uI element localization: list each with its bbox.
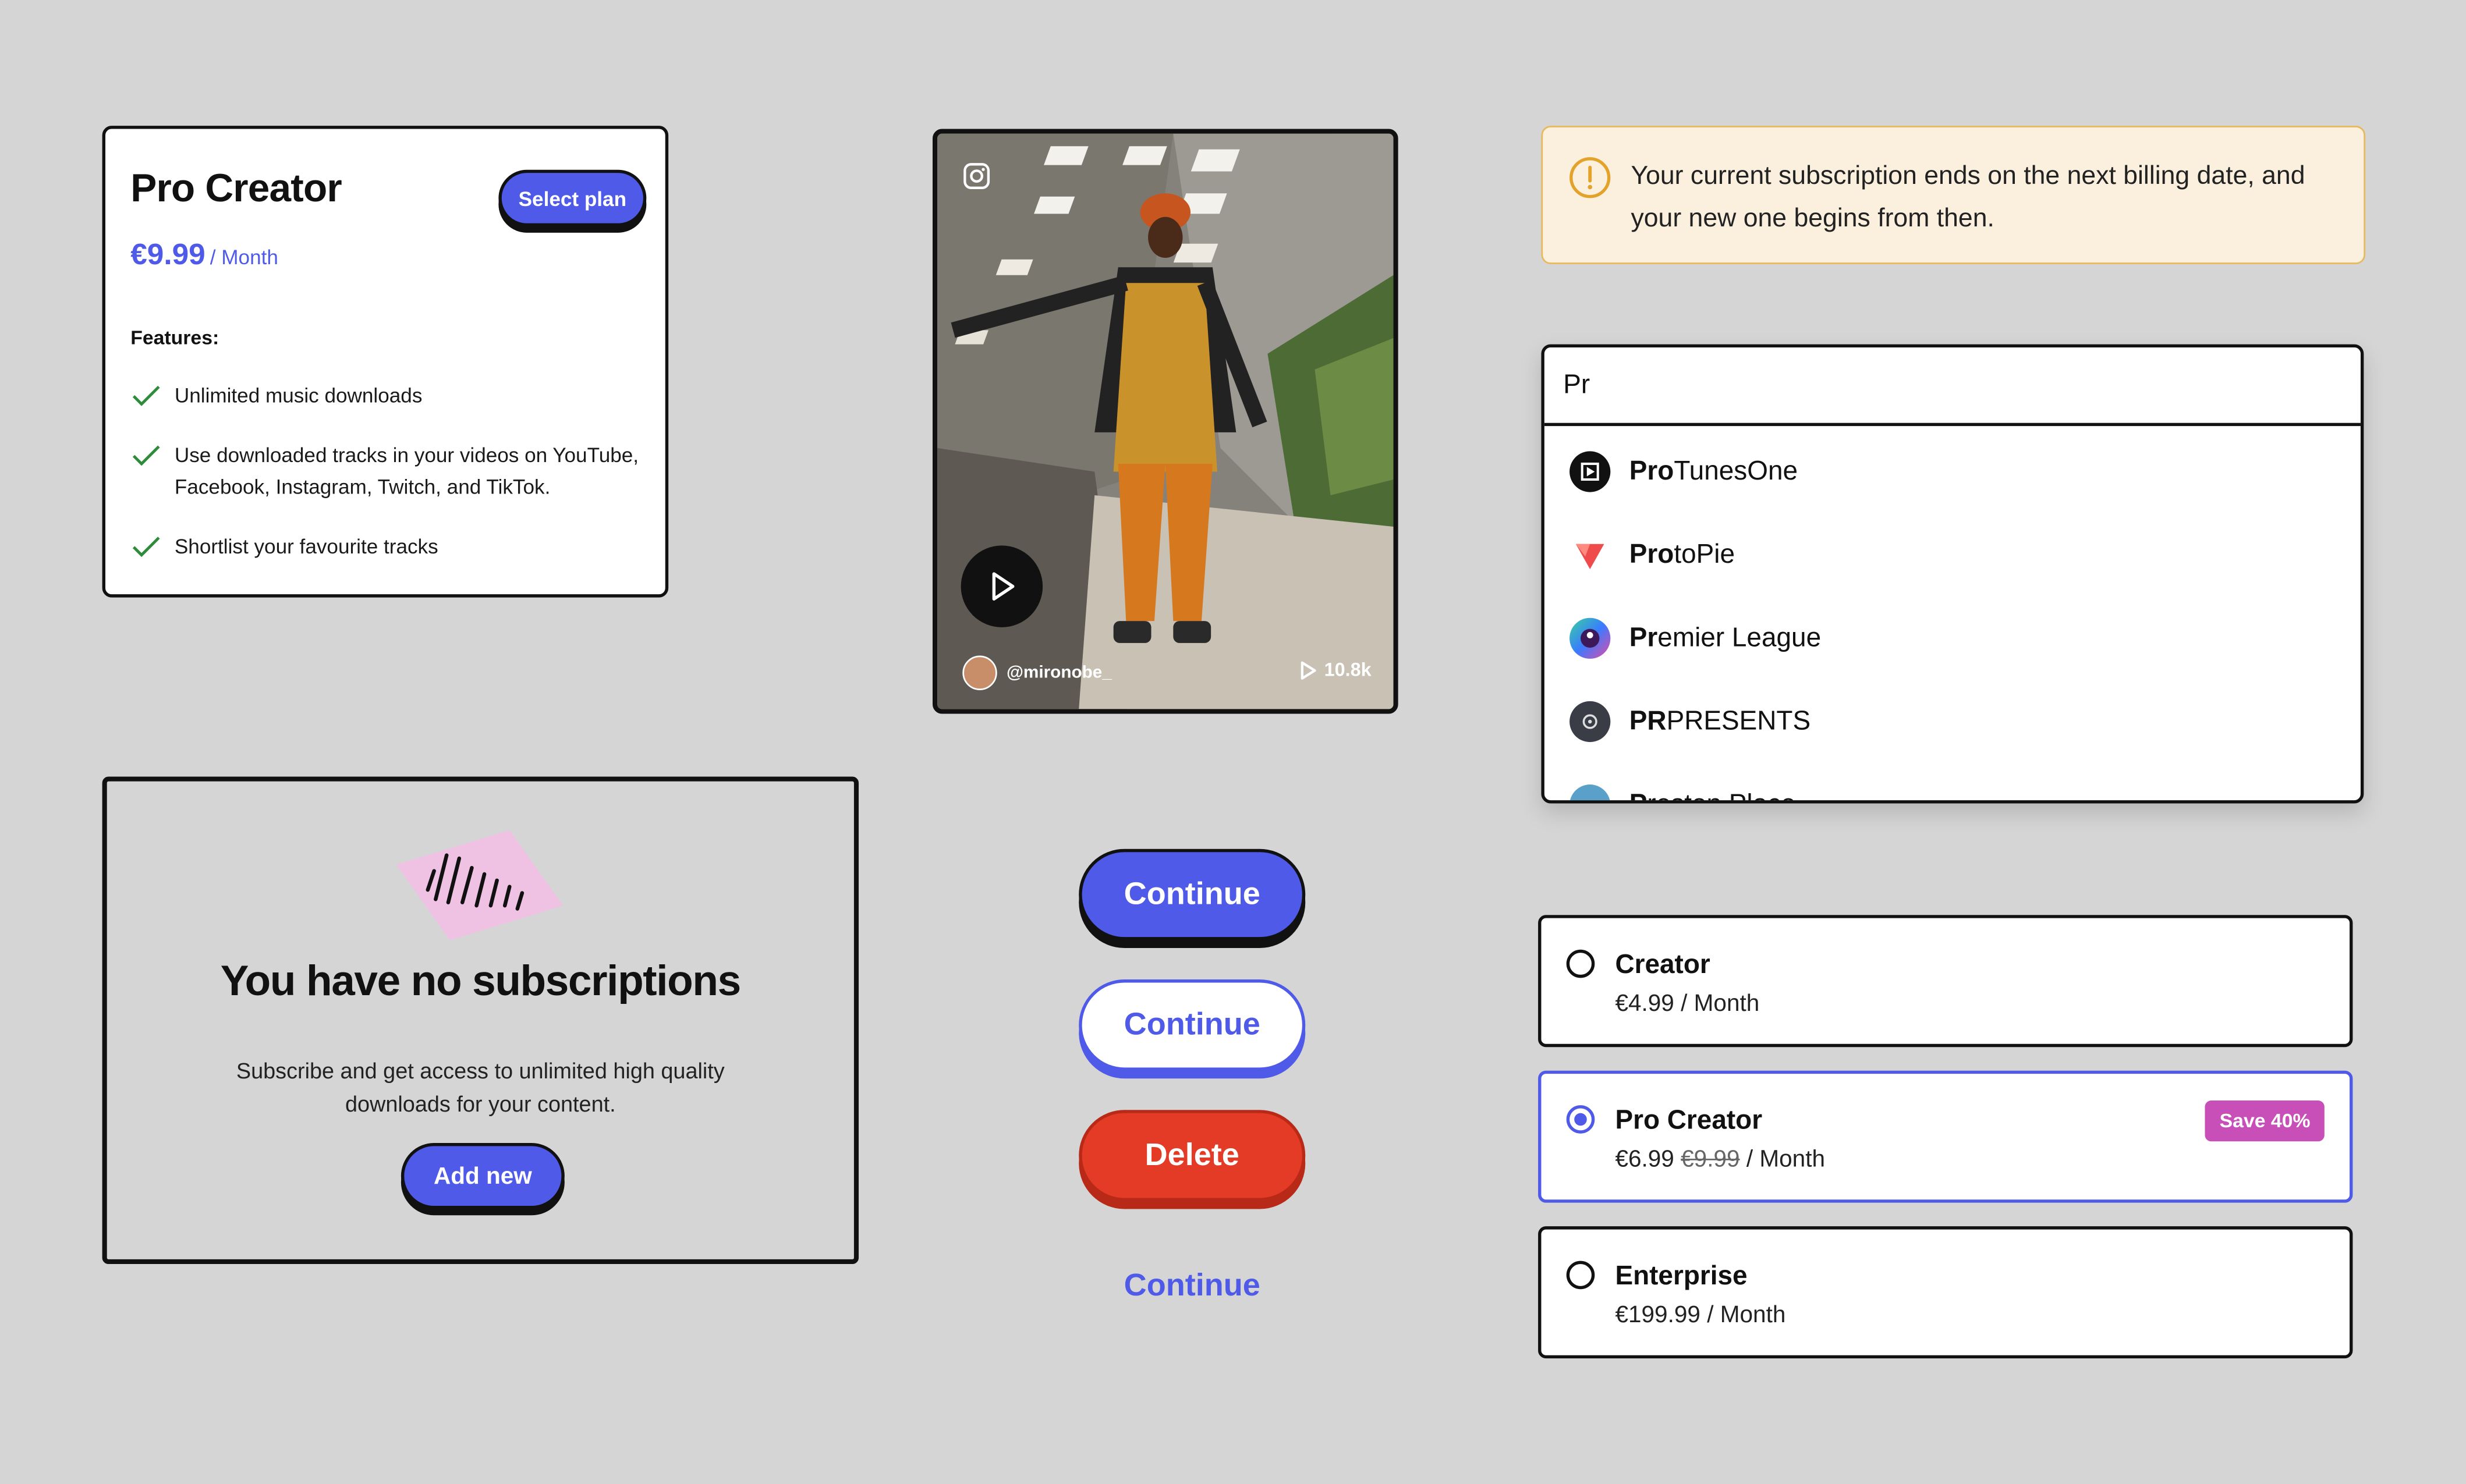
check-icon (132, 445, 160, 466)
instagram-icon[interactable] (962, 162, 991, 190)
feature-item: Use downloaded tracks in your videos on … (130, 440, 649, 503)
play-icon (992, 572, 1015, 601)
avatar (1569, 784, 1611, 801)
add-new-button[interactable]: Add new (401, 1142, 565, 1209)
plan-option-period: / Month (1681, 990, 1760, 1017)
result-match: Pro (1629, 539, 1674, 569)
search-input[interactable] (1544, 347, 2361, 427)
plan-option-period: / Month (1746, 1146, 1826, 1173)
subscription-alert: Your current subscription ends on the ne… (1541, 126, 2366, 264)
plan-option-price-amount: €6.99 (1615, 1146, 1674, 1173)
continue-text-button[interactable]: Continue (1079, 1242, 1305, 1330)
plan-price: €9.99/ Month (130, 239, 278, 274)
plan-option-price-amount: €199.99 (1615, 1301, 1700, 1329)
protunesone-logo-icon (1569, 451, 1611, 492)
video-card[interactable]: @mironobe_ 10.8k (932, 129, 1398, 714)
result-match: P (1629, 789, 1647, 800)
plan-price-period: / Month (210, 245, 278, 269)
result-rest: emier League (1657, 622, 1822, 653)
play-button[interactable] (961, 545, 1043, 627)
result-rest: PRESENTS (1666, 705, 1811, 736)
plan-option-pro-creator[interactable]: Pro Creator €6.99 €9.99 / Month Save 40% (1538, 1070, 2353, 1203)
result-rest: toPie (1674, 539, 1735, 569)
feature-text: Use downloaded tracks in your videos on … (174, 443, 639, 499)
search-result[interactable]: Premier League (1569, 617, 1822, 659)
protopie-logo-icon (1569, 535, 1610, 576)
search-result[interactable]: ProtoPie (1569, 535, 1735, 576)
feature-text: Unlimited music downloads (174, 384, 423, 407)
empty-state-title: You have no subscriptions (220, 957, 741, 1005)
check-icon (132, 537, 160, 558)
avatar (962, 655, 997, 690)
empty-subscriptions-card: You have no subscriptions Subscribe and … (102, 776, 859, 1265)
feature-item: Shortlist your favourite tracks (130, 531, 633, 563)
radio-button[interactable] (1566, 1261, 1595, 1290)
feature-item: Unlimited music downloads (130, 381, 633, 412)
search-result[interactable]: ProTunesOne (1569, 451, 1798, 492)
plan-option-price: €4.99 / Month (1615, 990, 1759, 1017)
search-result[interactable]: Preston Place (1569, 784, 1796, 801)
premier-league-logo-icon (1569, 617, 1611, 659)
video-username: @mironobe_ (1006, 663, 1112, 683)
search-autocomplete: ProTunesOne ProtoPie Premier League PRPR… (1541, 344, 2364, 804)
radio-selected-dot (1574, 1113, 1587, 1126)
video-author[interactable]: @mironobe_ (962, 655, 1112, 690)
check-icon (132, 385, 160, 406)
radio-button[interactable] (1566, 949, 1595, 978)
continue-primary-button[interactable]: Continue (1079, 848, 1306, 940)
plan-card: Pro Creator €9.99/ Month Select plan Fea… (102, 126, 669, 598)
prpresents-logo-icon (1569, 701, 1611, 743)
result-rest: reston Place (1647, 789, 1795, 800)
plan-option-name: Enterprise (1615, 1261, 1748, 1291)
plan-option-period: / Month (1707, 1301, 1786, 1329)
alert-message: Your current subscription ends on the ne… (1631, 162, 2305, 233)
video-view-count: 10.8k (1324, 658, 1372, 681)
plan-option-price-amount: €4.99 (1615, 990, 1674, 1017)
plan-title: Pro Creator (130, 166, 342, 211)
play-count-icon (1301, 661, 1316, 679)
search-result[interactable]: PRPRESENTS (1569, 701, 1811, 743)
plan-option-name: Creator (1615, 949, 1710, 980)
plan-option-creator[interactable]: Creator €4.99 / Month (1538, 915, 2353, 1048)
result-rest: TunesOne (1674, 456, 1798, 486)
select-plan-button[interactable]: Select plan (498, 169, 647, 227)
video-views: 10.8k (1298, 659, 1372, 681)
result-match: Pr (1629, 622, 1658, 653)
plan-option-price: €6.99 €9.99 / Month (1615, 1146, 1825, 1173)
delete-button[interactable]: Delete (1079, 1110, 1306, 1201)
plan-option-price: €199.99 / Month (1615, 1302, 1785, 1329)
feature-text: Shortlist your favourite tracks (174, 534, 438, 559)
save-badge: Save 40% (2205, 1100, 2325, 1142)
radio-button[interactable] (1566, 1105, 1595, 1134)
result-match: PR (1629, 705, 1667, 736)
result-match: Pro (1629, 456, 1674, 486)
plan-price-amount: €9.99 (130, 239, 206, 272)
empty-state-text: Subscribe and get access to unlimited hi… (236, 1058, 725, 1117)
continue-secondary-button[interactable]: Continue (1079, 979, 1306, 1071)
warning-icon (1569, 157, 1611, 198)
plan-option-old-price: €9.99 (1681, 1146, 1740, 1173)
plan-option-name: Pro Creator (1615, 1105, 1763, 1135)
features-label: Features: (130, 326, 219, 349)
plan-option-enterprise[interactable]: Enterprise €199.99 / Month (1538, 1226, 2353, 1359)
